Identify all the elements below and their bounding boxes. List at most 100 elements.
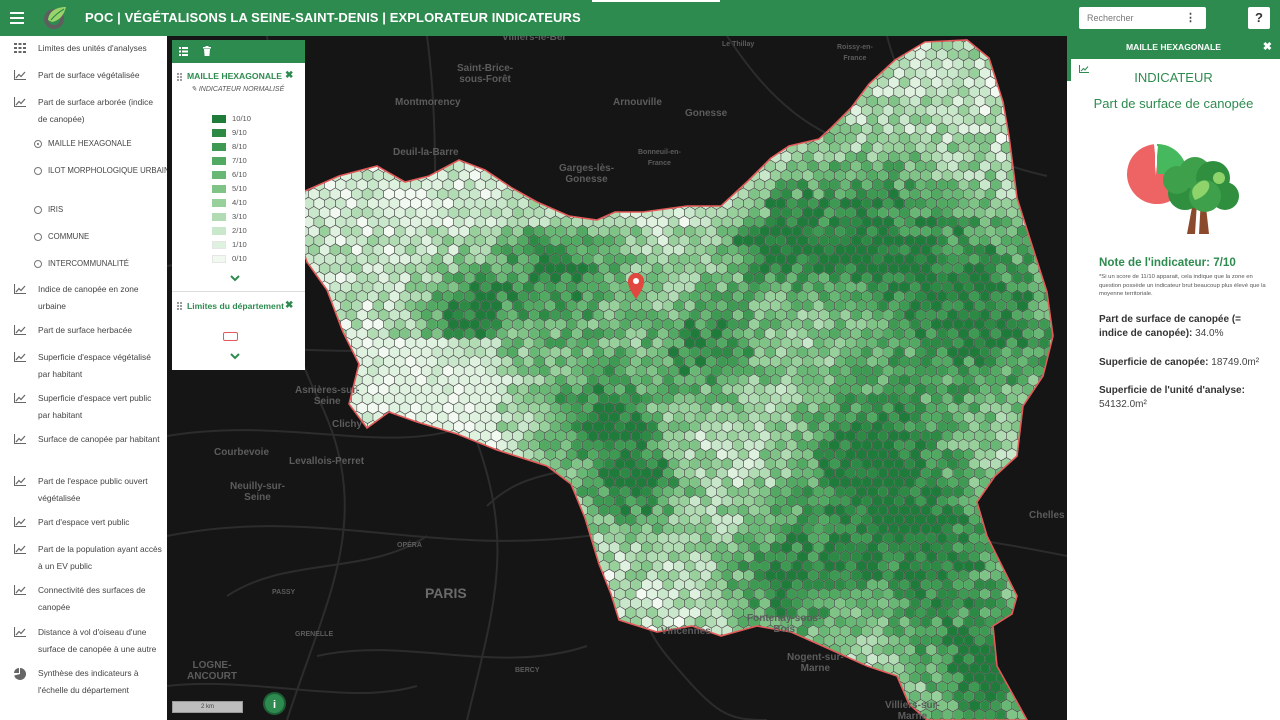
hex-cell[interactable] [346, 160, 357, 173]
hex-cell[interactable] [883, 85, 894, 98]
hex-cell[interactable] [491, 615, 502, 628]
hex-cell[interactable] [426, 541, 438, 554]
hex-cell[interactable] [340, 281, 352, 294]
hex-cell[interactable] [754, 383, 765, 396]
hex-cell[interactable] [995, 522, 1007, 535]
hex-cell[interactable] [646, 420, 658, 433]
hex-cell[interactable] [958, 253, 969, 266]
hex-cell[interactable] [577, 318, 588, 331]
hex-cell[interactable] [1049, 150, 1060, 163]
hex-cell[interactable] [915, 569, 926, 582]
hex-cell[interactable] [931, 169, 942, 182]
hex-cell[interactable] [577, 429, 588, 442]
hex-cell[interactable] [888, 374, 900, 387]
hex-cell[interactable] [899, 411, 910, 424]
hex-cell[interactable] [807, 327, 819, 340]
hex-cell[interactable] [469, 169, 481, 182]
hex-cell[interactable] [872, 290, 883, 303]
hex-cell[interactable] [754, 457, 765, 470]
hex-cell[interactable] [893, 643, 905, 656]
hex-cell[interactable] [603, 550, 615, 563]
hex-cell[interactable] [577, 132, 588, 145]
hex-cell[interactable] [679, 85, 690, 98]
hex-cell[interactable] [1055, 67, 1065, 79]
hex-cell[interactable] [330, 485, 341, 498]
hex-cell[interactable] [410, 625, 422, 638]
hex-cell[interactable] [539, 104, 551, 117]
hex-cell[interactable] [738, 132, 749, 145]
hex-cell[interactable] [313, 513, 325, 526]
hex-cell[interactable] [432, 476, 443, 489]
hex-cell[interactable] [324, 234, 336, 247]
hex-cell[interactable] [673, 169, 685, 182]
hex-cell[interactable] [748, 95, 760, 108]
hex-cell[interactable] [770, 541, 781, 554]
hex-cell[interactable] [512, 76, 524, 89]
hex-cell[interactable] [560, 550, 572, 563]
hex-cell[interactable] [990, 625, 1002, 638]
hex-cell[interactable] [807, 308, 819, 322]
hex-cell[interactable] [673, 374, 685, 387]
hex-cell[interactable] [920, 225, 932, 238]
hex-cell[interactable] [485, 532, 497, 545]
hex-cell[interactable] [872, 401, 883, 415]
hex-cell[interactable] [840, 550, 851, 563]
hex-cell[interactable] [517, 439, 529, 452]
hex-cell[interactable] [711, 457, 722, 470]
hex-cell[interactable] [593, 308, 604, 322]
hex-cell[interactable] [893, 401, 905, 415]
hex-cell[interactable] [652, 206, 663, 219]
hex-cell[interactable] [475, 587, 486, 601]
hex-cell[interactable] [866, 504, 878, 517]
hex-cell[interactable] [893, 420, 905, 433]
hex-cell[interactable] [453, 197, 465, 210]
hex-cell[interactable] [899, 206, 910, 219]
hex-cell[interactable] [904, 364, 916, 377]
hex-cell[interactable] [512, 634, 524, 647]
hex-cell[interactable] [383, 653, 395, 666]
hex-cell[interactable] [904, 308, 916, 322]
hex-cell[interactable] [351, 299, 363, 312]
hex-cell[interactable] [705, 243, 717, 256]
hex-cell[interactable] [931, 243, 942, 256]
hex-cell[interactable] [990, 160, 1002, 173]
hex-cell[interactable] [716, 262, 728, 275]
hex-cell[interactable] [614, 643, 626, 656]
hex-cell[interactable] [383, 206, 395, 219]
hex-cell[interactable] [963, 578, 975, 591]
hex-cell[interactable] [861, 308, 873, 322]
hex-cell[interactable] [904, 383, 916, 396]
hex-cell[interactable] [480, 95, 491, 108]
hex-cell[interactable] [797, 160, 808, 173]
hex-cell[interactable] [866, 132, 878, 145]
hex-cell[interactable] [469, 485, 481, 498]
hex-cell[interactable] [496, 48, 508, 61]
hex-cell[interactable] [614, 178, 626, 191]
hex-cell[interactable] [743, 253, 755, 266]
hex-cell[interactable] [668, 122, 679, 136]
hex-cell[interactable] [861, 122, 873, 136]
hex-cell[interactable] [641, 467, 653, 480]
hex-cell[interactable] [652, 132, 663, 145]
hex-cell[interactable] [915, 122, 926, 136]
hex-cell[interactable] [872, 569, 883, 582]
hex-cell[interactable] [738, 485, 749, 498]
hex-cell[interactable] [775, 420, 787, 433]
hex-cell[interactable] [432, 234, 443, 247]
hex-cell[interactable] [673, 281, 685, 294]
hex-cell[interactable] [598, 448, 610, 461]
hex-cell[interactable] [899, 188, 910, 201]
hex-cell[interactable] [555, 243, 567, 256]
hex-cell[interactable] [1055, 86, 1065, 98]
hex-cell[interactable] [442, 513, 454, 526]
hex-cell[interactable] [936, 364, 948, 377]
hex-cell[interactable] [415, 336, 427, 349]
hex-cell[interactable] [619, 485, 631, 498]
hex-cell[interactable] [668, 401, 679, 415]
hex-cell[interactable] [1022, 327, 1034, 340]
hex-cell[interactable] [834, 634, 846, 647]
hex-cell[interactable] [362, 374, 373, 387]
hex-cell[interactable] [1028, 225, 1039, 238]
hex-cell[interactable] [512, 57, 524, 70]
hex-cell[interactable] [507, 494, 518, 508]
